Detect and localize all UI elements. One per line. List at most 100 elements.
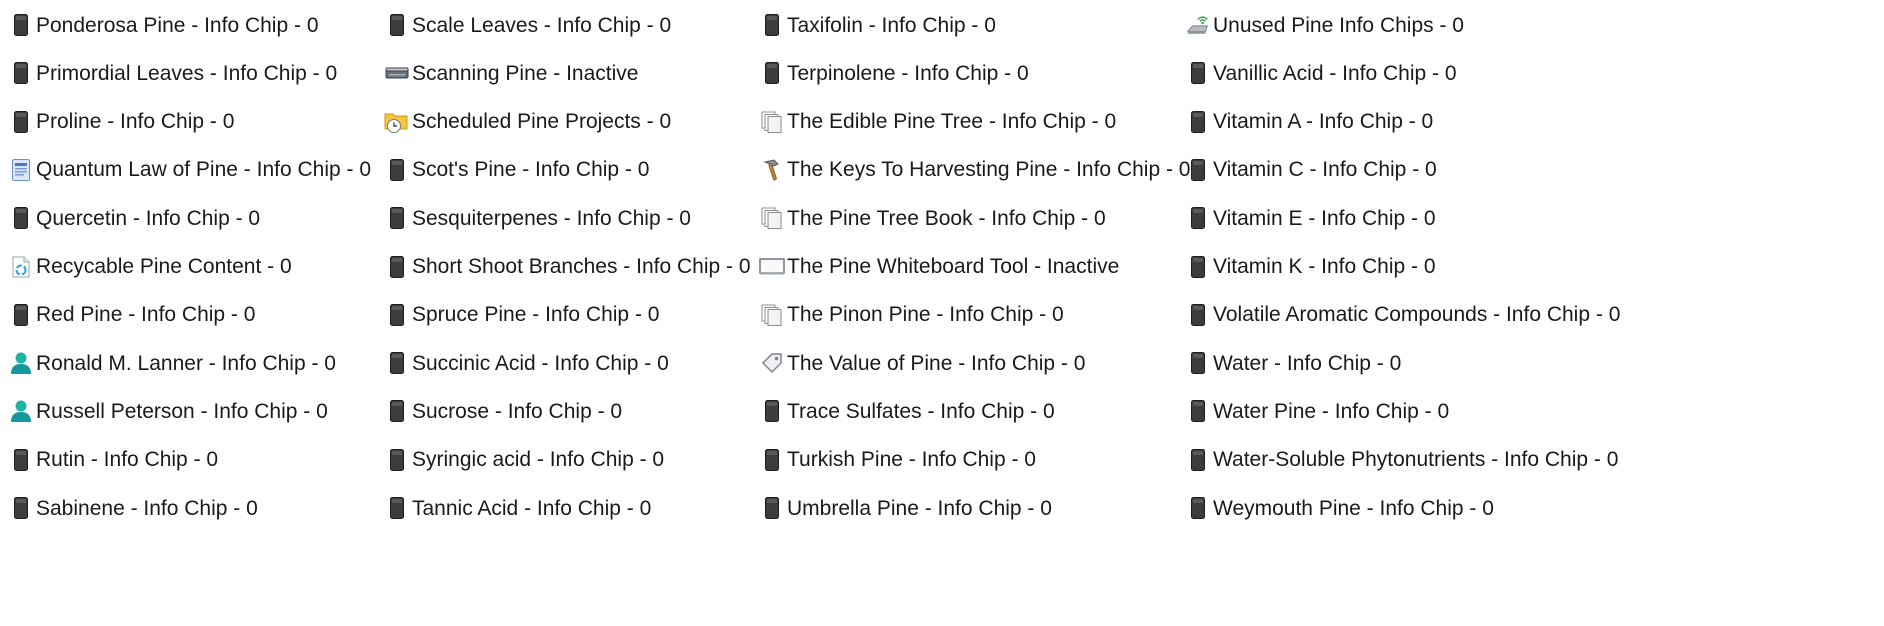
file-list-view: Ponderosa Pine - Info Chip - 0 Primordial… <box>0 0 1884 626</box>
file-item[interactable]: Scale Leaves - Info Chip - 0 <box>384 5 671 45</box>
file-item[interactable]: Ponderosa Pine - Info Chip - 0 <box>8 5 319 45</box>
file-item[interactable]: Primordial Leaves - Info Chip - 0 <box>8 53 337 93</box>
file-item[interactable]: Recycable Pine Content - 0 <box>8 247 292 287</box>
file-item[interactable]: Scanning Pine - Inactive <box>384 53 638 93</box>
file-item[interactable]: The Value of Pine - Info Chip - 0 <box>759 343 1085 383</box>
file-item[interactable]: Vitamin A - Info Chip - 0 <box>1185 102 1433 142</box>
chip-icon <box>1185 156 1211 184</box>
chip-icon <box>384 446 410 474</box>
chip-icon <box>384 494 410 522</box>
hammer-icon <box>759 156 785 184</box>
file-item[interactable]: Terpinolene - Info Chip - 0 <box>759 53 1029 93</box>
chip-icon <box>8 59 34 87</box>
file-item[interactable]: The Keys To Harvesting Pine - Info Chip … <box>759 150 1190 190</box>
file-item-label: Quercetin - Info Chip - 0 <box>36 206 261 230</box>
file-item[interactable]: Quercetin - Info Chip - 0 <box>8 198 260 238</box>
chip-icon <box>1185 349 1211 377</box>
file-item[interactable]: Succinic Acid - Info Chip - 0 <box>384 343 669 383</box>
file-item-label: Vitamin E - Info Chip - 0 <box>1213 206 1436 230</box>
file-item-label: Proline - Info Chip - 0 <box>36 110 235 134</box>
file-item[interactable]: Proline - Info Chip - 0 <box>8 102 234 142</box>
file-item-label: Sucrose - Info Chip - 0 <box>412 399 623 423</box>
file-item-label: Succinic Acid - Info Chip - 0 <box>412 351 669 375</box>
chip-icon <box>384 349 410 377</box>
file-item-label: Water Pine - Info Chip - 0 <box>1213 399 1450 423</box>
person-icon <box>8 397 34 425</box>
file-item[interactable]: Tannic Acid - Info Chip - 0 <box>384 488 651 528</box>
file-item[interactable]: Rutin - Info Chip - 0 <box>8 440 218 480</box>
file-item[interactable]: Sabinene - Info Chip - 0 <box>8 488 258 528</box>
file-item[interactable]: Spruce Pine - Info Chip - 0 <box>384 295 659 335</box>
file-item[interactable]: Red Pine - Info Chip - 0 <box>8 295 255 335</box>
file-item[interactable]: Water-Soluble Phytonutrients - Info Chip… <box>1185 440 1618 480</box>
file-item[interactable]: Weymouth Pine - Info Chip - 0 <box>1185 488 1494 528</box>
pages-icon <box>759 204 785 232</box>
file-item[interactable]: Taxifolin - Info Chip - 0 <box>759 5 996 45</box>
file-item-label: The Edible Pine Tree - Info Chip - 0 <box>787 110 1117 134</box>
file-item-label: Scheduled Pine Projects - 0 <box>412 110 672 134</box>
chip-icon <box>384 11 410 39</box>
file-item[interactable]: Vitamin C - Info Chip - 0 <box>1185 150 1437 190</box>
chip-icon <box>384 253 410 281</box>
file-item-label: The Keys To Harvesting Pine - Info Chip … <box>787 158 1191 182</box>
file-item[interactable]: Scheduled Pine Projects - 0 <box>384 102 671 142</box>
file-item[interactable]: Scot's Pine - Info Chip - 0 <box>384 150 649 190</box>
chip-icon <box>8 204 34 232</box>
file-item[interactable]: Umbrella Pine - Info Chip - 0 <box>759 488 1052 528</box>
file-item-label: Recycable Pine Content - 0 <box>36 255 292 278</box>
chip-icon <box>1185 108 1211 136</box>
file-item[interactable]: Unused Pine Info Chips - 0 <box>1185 5 1464 45</box>
file-item-label: The Pine Tree Book - Info Chip - 0 <box>787 206 1106 230</box>
file-item[interactable]: Volatile Aromatic Compounds - Info Chip … <box>1185 295 1620 335</box>
chip-icon <box>759 59 785 87</box>
file-item[interactable]: Ronald M. Lanner - Info Chip - 0 <box>8 343 336 383</box>
file-item[interactable]: Water Pine - Info Chip - 0 <box>1185 391 1449 431</box>
file-item-label: Water - Info Chip - 0 <box>1213 351 1402 375</box>
file-item-label: Taxifolin - Info Chip - 0 <box>787 13 996 37</box>
file-item-label: Trace Sulfates - Info Chip - 0 <box>787 399 1055 423</box>
file-item[interactable]: Russell Peterson - Info Chip - 0 <box>8 391 328 431</box>
file-item-label: Syringic acid - Info Chip - 0 <box>412 448 665 472</box>
file-item-label: Scot's Pine - Info Chip - 0 <box>412 158 650 182</box>
file-item-label: Ponderosa Pine - Info Chip - 0 <box>36 13 319 37</box>
file-item[interactable]: Vanillic Acid - Info Chip - 0 <box>1185 53 1457 93</box>
file-item-label: Terpinolene - Info Chip - 0 <box>787 61 1029 85</box>
file-item[interactable]: The Edible Pine Tree - Info Chip - 0 <box>759 102 1116 142</box>
file-item[interactable]: The Pine Whiteboard Tool - Inactive <box>759 247 1119 287</box>
chip-icon <box>1185 301 1211 329</box>
tag-icon <box>759 349 785 377</box>
file-item[interactable]: Vitamin E - Info Chip - 0 <box>1185 198 1436 238</box>
file-item[interactable]: The Pinon Pine - Info Chip - 0 <box>759 295 1064 335</box>
file-item[interactable]: Turkish Pine - Info Chip - 0 <box>759 440 1036 480</box>
scheduled-folder-icon <box>384 108 410 136</box>
file-item-label: Vitamin K - Info Chip - 0 <box>1213 255 1436 278</box>
chip-icon <box>1185 253 1211 281</box>
file-item[interactable]: Sucrose - Info Chip - 0 <box>384 391 622 431</box>
file-item-label: Rutin - Info Chip - 0 <box>36 448 219 472</box>
file-item-label: Water-Soluble Phytonutrients - Info Chip… <box>1213 448 1619 472</box>
file-item[interactable]: Trace Sulfates - Info Chip - 0 <box>759 391 1055 431</box>
file-item[interactable]: Vitamin K - Info Chip - 0 <box>1185 247 1436 287</box>
file-item-label: Red Pine - Info Chip - 0 <box>36 303 256 327</box>
file-item-label: Scanning Pine - Inactive <box>412 61 639 85</box>
file-item-label: The Pinon Pine - Info Chip - 0 <box>787 303 1064 327</box>
file-item[interactable]: Syringic acid - Info Chip - 0 <box>384 440 664 480</box>
file-item[interactable]: Short Shoot Branches - Info Chip - 0 <box>384 247 751 287</box>
chip-icon <box>759 11 785 39</box>
chip-icon <box>8 301 34 329</box>
chip-icon <box>759 494 785 522</box>
file-item[interactable]: Water - Info Chip - 0 <box>1185 343 1401 383</box>
file-item-label: Vitamin C - Info Chip - 0 <box>1213 158 1437 182</box>
file-item-label: Vanillic Acid - Info Chip - 0 <box>1213 61 1457 85</box>
file-item[interactable]: Quantum Law of Pine - Info Chip - 0 <box>8 150 371 190</box>
file-item-label: Unused Pine Info Chips - 0 <box>1213 13 1464 37</box>
file-item[interactable]: The Pine Tree Book - Info Chip - 0 <box>759 198 1106 238</box>
file-item-label: Umbrella Pine - Info Chip - 0 <box>787 496 1052 520</box>
chip-icon <box>384 397 410 425</box>
chip-icon <box>384 301 410 329</box>
file-item[interactable]: Sesquiterpenes - Info Chip - 0 <box>384 198 691 238</box>
chip-icon <box>759 446 785 474</box>
file-item-label: Primordial Leaves - Info Chip - 0 <box>36 61 338 85</box>
chip-icon <box>1185 204 1211 232</box>
whiteboard-icon <box>759 253 785 281</box>
